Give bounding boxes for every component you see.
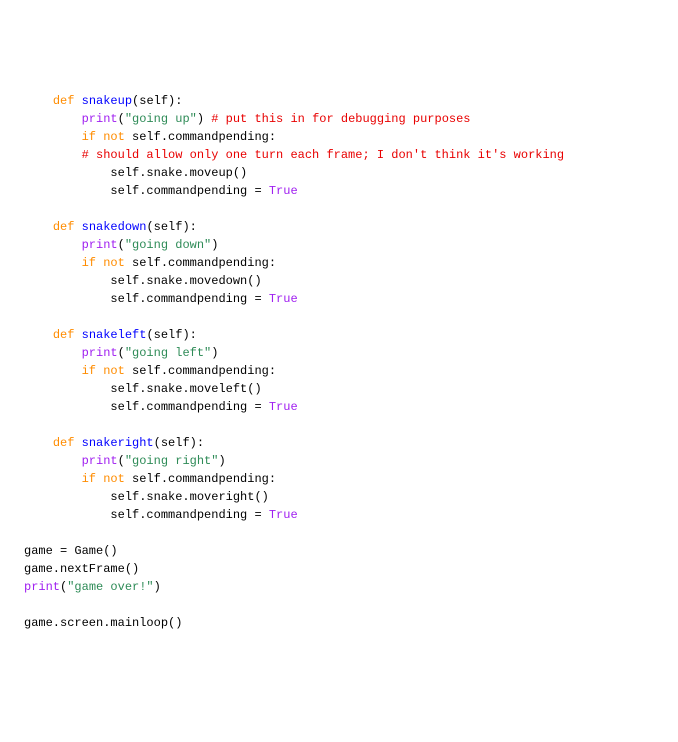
token-kw: if: [82, 364, 96, 378]
code-line: if not self.commandpending:: [24, 470, 654, 488]
token-kw: not: [103, 364, 125, 378]
token-kw: def: [53, 94, 75, 108]
code-line: print("going left"): [24, 344, 654, 362]
code-line: game = Game(): [24, 542, 654, 560]
code-line: game.nextFrame(): [24, 560, 654, 578]
code-line: def snakedown(self):: [24, 218, 654, 236]
token-str: "going right": [125, 454, 219, 468]
code-line: self.commandpending = True: [24, 506, 654, 524]
token-fn: snakeup: [82, 94, 132, 108]
code-block: def snakeup(self): print("going up") # p…: [24, 92, 654, 632]
code-line: def snakeright(self):: [24, 434, 654, 452]
code-line: self.commandpending = True: [24, 398, 654, 416]
code-line: if not self.commandpending:: [24, 128, 654, 146]
token-builtin: print: [82, 238, 118, 252]
code-line: print("going up") # put this in for debu…: [24, 110, 654, 128]
token-str: "going left": [125, 346, 211, 360]
code-line: [24, 308, 654, 326]
token-kw: if: [82, 256, 96, 270]
token-fn: snakeleft: [82, 328, 147, 342]
code-line: if not self.commandpending:: [24, 362, 654, 380]
code-line: self.snake.moveup(): [24, 164, 654, 182]
token-fn: snakeright: [82, 436, 154, 450]
token-builtin: True: [269, 400, 298, 414]
code-line: [24, 416, 654, 434]
token-kw: if: [82, 130, 96, 144]
code-line: self.snake.movedown(): [24, 272, 654, 290]
token-builtin: print: [82, 112, 118, 126]
token-kw: def: [53, 220, 75, 234]
code-line: [24, 596, 654, 614]
code-line: print("going right"): [24, 452, 654, 470]
code-line: [24, 524, 654, 542]
token-comment: # put this in for debugging purposes: [211, 112, 470, 126]
token-kw: not: [103, 130, 125, 144]
code-line: def snakeup(self):: [24, 92, 654, 110]
code-line: game.screen.mainloop(): [24, 614, 654, 632]
token-builtin: True: [269, 292, 298, 306]
code-line: # should allow only one turn each frame;…: [24, 146, 654, 164]
code-line: self.snake.moveleft(): [24, 380, 654, 398]
token-kw: def: [53, 328, 75, 342]
token-str: "game over!": [67, 580, 153, 594]
token-kw: not: [103, 472, 125, 486]
token-comment: # should allow only one turn each frame;…: [82, 148, 564, 162]
token-kw: if: [82, 472, 96, 486]
token-builtin: True: [269, 184, 298, 198]
token-str: "going down": [125, 238, 211, 252]
code-line: self.snake.moveright(): [24, 488, 654, 506]
code-line: [24, 200, 654, 218]
code-line: print("going down"): [24, 236, 654, 254]
code-line: self.commandpending = True: [24, 290, 654, 308]
token-kw: not: [103, 256, 125, 270]
code-line: self.commandpending = True: [24, 182, 654, 200]
token-str: "going up": [125, 112, 197, 126]
code-line: print("game over!"): [24, 578, 654, 596]
token-builtin: print: [82, 346, 118, 360]
code-line: if not self.commandpending:: [24, 254, 654, 272]
token-builtin: print: [82, 454, 118, 468]
code-line: def snakeleft(self):: [24, 326, 654, 344]
token-builtin: True: [269, 508, 298, 522]
token-fn: snakedown: [82, 220, 147, 234]
token-builtin: print: [24, 580, 60, 594]
token-kw: def: [53, 436, 75, 450]
